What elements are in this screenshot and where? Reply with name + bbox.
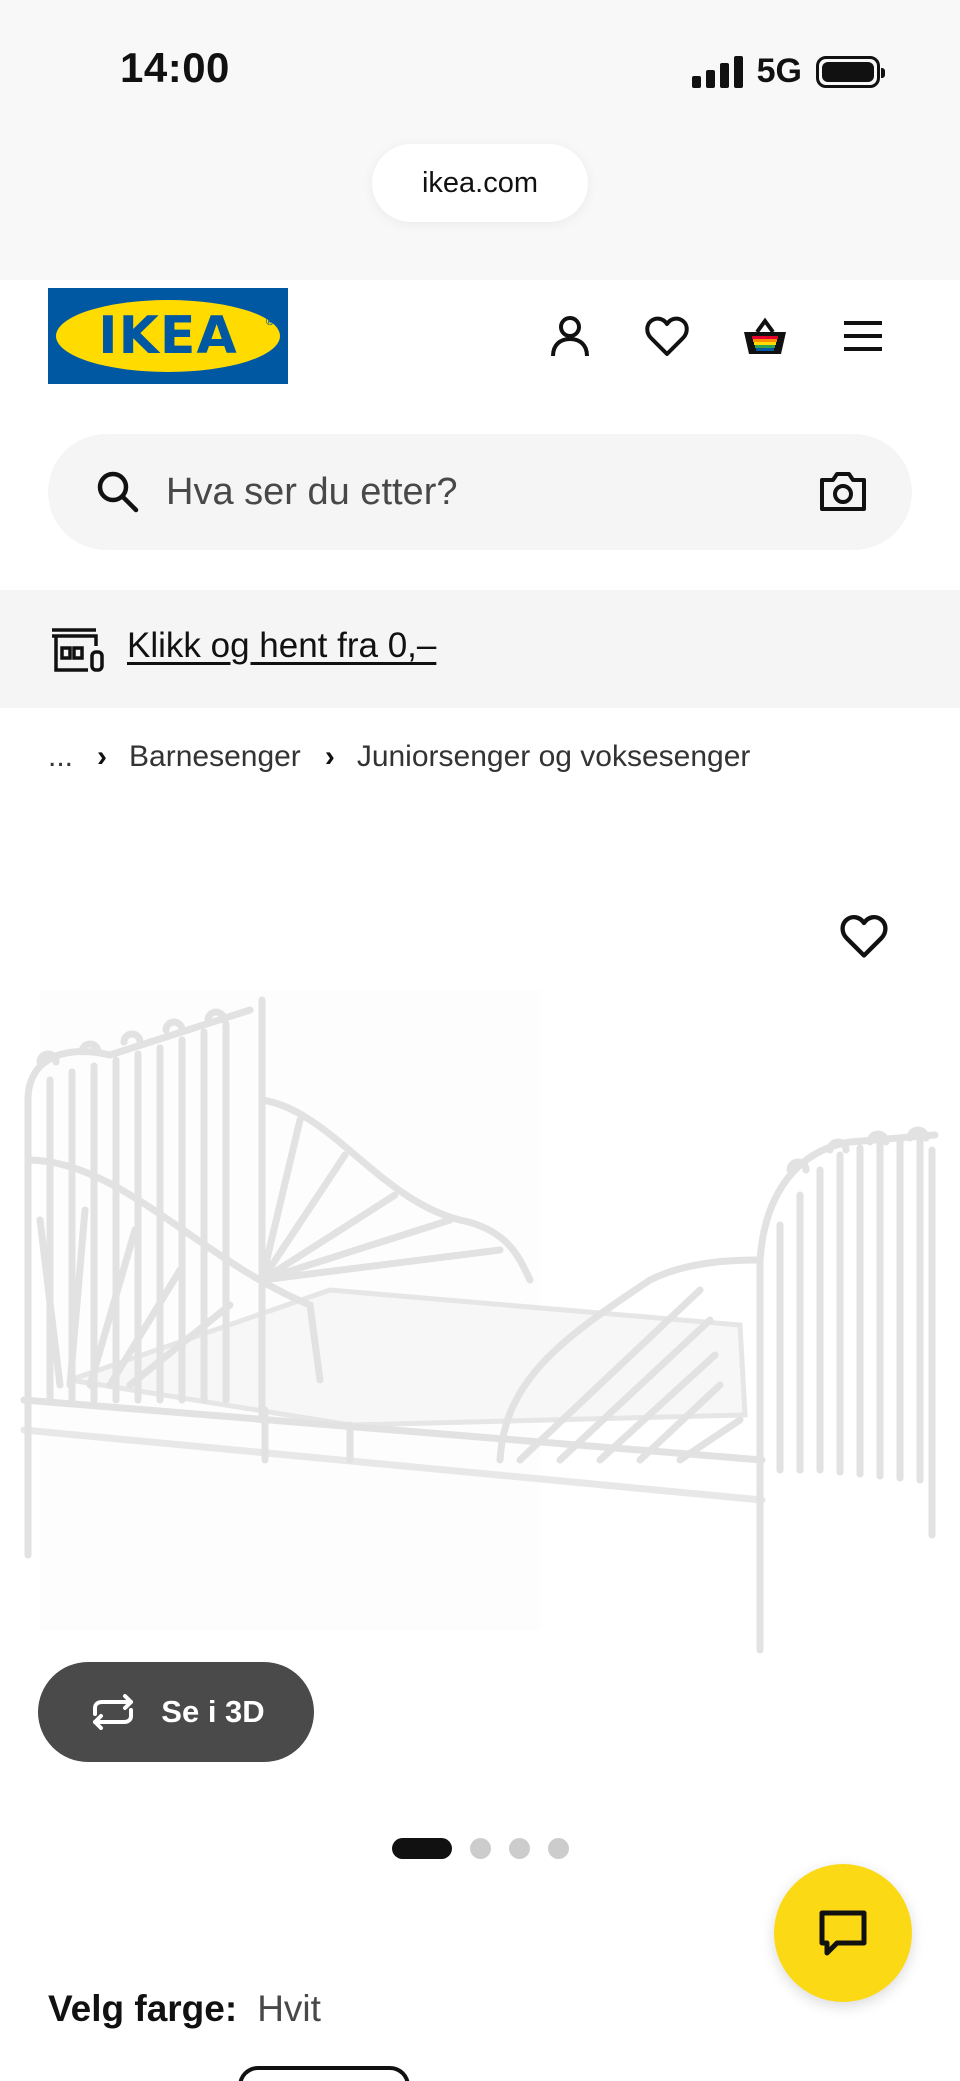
status-indicators: 5G [691, 52, 885, 91]
color-selector-row: Velg farge: Hvit [48, 1988, 321, 2030]
carousel-dot-1[interactable] [392, 1838, 452, 1859]
breadcrumb: ... › Barnesenger › Juniorsenger og voks… [48, 740, 750, 774]
chevron-right-icon: › [324, 740, 335, 773]
ikea-logo[interactable]: IKEA ® [48, 288, 288, 384]
heart-icon[interactable] [641, 310, 693, 362]
carousel-dot-3[interactable] [509, 1838, 530, 1859]
promo-banner: Klikk og hent fra 0,– [0, 590, 960, 708]
click-and-collect-link[interactable]: Klikk og hent fra 0,– [127, 626, 436, 666]
chat-button[interactable] [774, 1864, 912, 2002]
breadcrumb-item-barnesenger[interactable]: Barnesenger [129, 740, 301, 774]
carousel-dot-4[interactable] [548, 1838, 569, 1859]
view-in-3d-button[interactable]: Se i 3D [38, 1662, 314, 1762]
chevron-right-icon: › [97, 740, 108, 773]
rotate-3d-icon [93, 1694, 134, 1730]
battery-icon [816, 55, 885, 88]
add-to-favorites-heart-icon[interactable] [838, 910, 890, 962]
logo-text: IKEA [98, 306, 238, 366]
account-icon[interactable] [544, 310, 596, 362]
color-swatch-selected[interactable] [238, 2066, 410, 2081]
search-icon[interactable] [94, 468, 140, 514]
status-bar: 14:00 5G ikea.com [0, 0, 960, 280]
carousel-dot-2[interactable] [470, 1838, 491, 1859]
basket-icon[interactable] [739, 310, 791, 362]
product-image-bed[interactable] [0, 960, 960, 1660]
registered-mark-icon: ® [265, 316, 274, 328]
color-label: Velg farge: [48, 1988, 238, 2029]
hamburger-menu-icon[interactable] [837, 310, 889, 362]
url-bar[interactable]: ikea.com [372, 144, 588, 222]
breadcrumb-ellipsis[interactable]: ... [48, 740, 73, 774]
signal-icon [691, 55, 743, 88]
network-label: 5G [756, 52, 802, 90]
store-pickup-icon [52, 628, 104, 672]
search-bar[interactable] [48, 434, 912, 550]
search-input[interactable] [166, 462, 766, 522]
color-value: Hvit [257, 1988, 321, 2029]
image-carousel-indicator [392, 1838, 569, 1859]
site-header: IKEA ® [0, 280, 960, 410]
view-in-3d-label: Se i 3D [161, 1694, 265, 1729]
camera-icon[interactable] [818, 466, 868, 516]
status-time: 14:00 [120, 44, 230, 91]
breadcrumb-item-juniorsenger[interactable]: Juniorsenger og voksesenger [357, 740, 751, 774]
chat-bubble-icon [819, 1910, 867, 1956]
